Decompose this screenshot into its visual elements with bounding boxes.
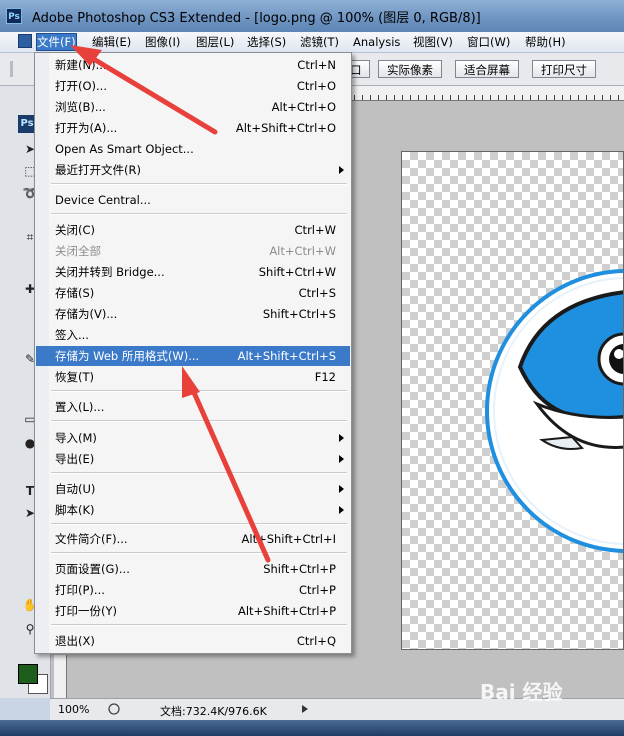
vertical-ruler — [54, 655, 67, 698]
menu-separator — [51, 552, 347, 554]
menu-item-save-as[interactable]: 存储为(V)... Shift+Ctrl+S — [36, 304, 350, 324]
print-size-button[interactable]: 打印尺寸 — [532, 60, 596, 78]
menu-item-close[interactable]: 关闭(C) Ctrl+W — [36, 220, 350, 240]
menu-item-exit[interactable]: 退出(X) Ctrl+Q — [36, 631, 350, 651]
menu-edit[interactable]: 编辑(E) — [92, 34, 131, 50]
title-bar: Ps Adobe Photoshop CS3 Extended - [logo.… — [0, 0, 624, 32]
submenu-arrow-icon — [339, 455, 344, 463]
menu-item-file-info[interactable]: 文件简介(F)... Alt+Shift+Ctrl+I — [36, 529, 350, 549]
menu-item-open[interactable]: 打开(O)... Ctrl+O — [36, 76, 350, 96]
menu-item-scripts[interactable]: 脚本(K) — [36, 500, 350, 520]
menu-item-device-central[interactable]: Device Central... — [36, 190, 350, 210]
file-menu-dropdown: 新建(N)... Ctrl+N 打开(O)... Ctrl+O 浏览(B)... Al… — [34, 52, 352, 654]
menu-item-export[interactable]: 导出(E) — [36, 449, 350, 469]
menu-item-browse[interactable]: 浏览(B)... Alt+Ctrl+O — [36, 97, 350, 117]
menu-item-check-in[interactable]: 签入... — [36, 325, 350, 345]
menu-filter[interactable]: 滤镜(T) — [300, 34, 339, 50]
document-menu-icon[interactable] — [18, 34, 32, 48]
menu-view[interactable]: 视图(V) — [413, 34, 453, 50]
menu-item-page-setup[interactable]: 页面设置(G)... Shift+Ctrl+P — [36, 559, 350, 579]
submenu-arrow-icon — [339, 434, 344, 442]
actual-pixels-button[interactable]: 实际像素 — [378, 60, 442, 78]
menu-separator — [51, 183, 347, 185]
window-title: Adobe Photoshop CS3 Extended - [logo.png… — [32, 11, 481, 26]
menu-bar: 文件(F) 编辑(E) 图像(I) 图层(L) 选择(S) 滤镜(T) Anal… — [0, 32, 624, 53]
menu-image[interactable]: 图像(I) — [145, 34, 180, 50]
menu-item-open-as[interactable]: 打开为(A)... Alt+Shift+Ctrl+O — [36, 118, 350, 138]
status-menu-arrow-icon[interactable] — [300, 704, 310, 714]
menu-item-save[interactable]: 存储(S) Ctrl+S — [36, 283, 350, 303]
menu-separator — [51, 390, 347, 392]
zoom-preview-icon[interactable] — [108, 703, 120, 715]
document-canvas[interactable] — [401, 151, 624, 650]
zoom-level[interactable]: 100% — [58, 703, 89, 716]
baidu-watermark: Bai 经验 — [480, 680, 563, 704]
menu-help[interactable]: 帮助(H) — [525, 34, 566, 50]
submenu-arrow-icon — [339, 506, 344, 514]
menu-item-automate[interactable]: 自动(U) — [36, 479, 350, 499]
grip-icon[interactable] — [6, 59, 18, 79]
menu-item-revert[interactable]: 恢复(T) F12 — [36, 367, 350, 387]
menu-layer[interactable]: 图层(L) — [196, 34, 234, 50]
document-size: 文档:732.4K/976.6K — [160, 705, 267, 718]
submenu-arrow-icon — [339, 166, 344, 174]
menu-item-save-for-web[interactable]: 存储为 Web 所用格式(W)... Alt+Shift+Ctrl+S — [36, 346, 350, 366]
menu-separator — [51, 420, 347, 422]
foreground-color-swatch[interactable] — [18, 664, 38, 684]
fit-screen-button[interactable]: 适合屏幕 — [455, 60, 519, 78]
menu-analysis[interactable]: Analysis — [353, 34, 400, 50]
menu-item-import[interactable]: 导入(M) — [36, 428, 350, 448]
photoshop-app-icon: Ps — [6, 8, 22, 24]
menu-item-place[interactable]: 置入(L)... — [36, 397, 350, 417]
menu-select[interactable]: 选择(S) — [247, 34, 286, 50]
menu-separator — [51, 472, 347, 474]
whale-logo-image — [485, 269, 623, 553]
menu-item-recent-files[interactable]: 最近打开文件(R) — [36, 160, 350, 180]
menu-item-open-smart-object[interactable]: Open As Smart Object... — [36, 139, 350, 159]
menu-separator — [51, 213, 347, 215]
menu-file[interactable]: 文件(F) — [36, 33, 77, 51]
menu-separator — [51, 523, 347, 525]
menu-item-close-go-bridge[interactable]: 关闭并转到 Bridge... Shift+Ctrl+W — [36, 262, 350, 282]
menu-item-close-all: 关闭全部 Alt+Ctrl+W — [55, 244, 336, 258]
submenu-arrow-icon — [339, 485, 344, 493]
menu-item-print[interactable]: 打印(P)... Ctrl+P — [36, 580, 350, 600]
menu-item-new[interactable]: 新建(N)... Ctrl+N — [36, 55, 350, 75]
menu-window[interactable]: 窗口(W) — [467, 34, 510, 50]
menu-separator — [51, 624, 347, 626]
windows-taskbar — [0, 720, 624, 736]
menu-item-print-one-copy[interactable]: 打印一份(Y) Alt+Shift+Ctrl+P — [36, 601, 350, 621]
